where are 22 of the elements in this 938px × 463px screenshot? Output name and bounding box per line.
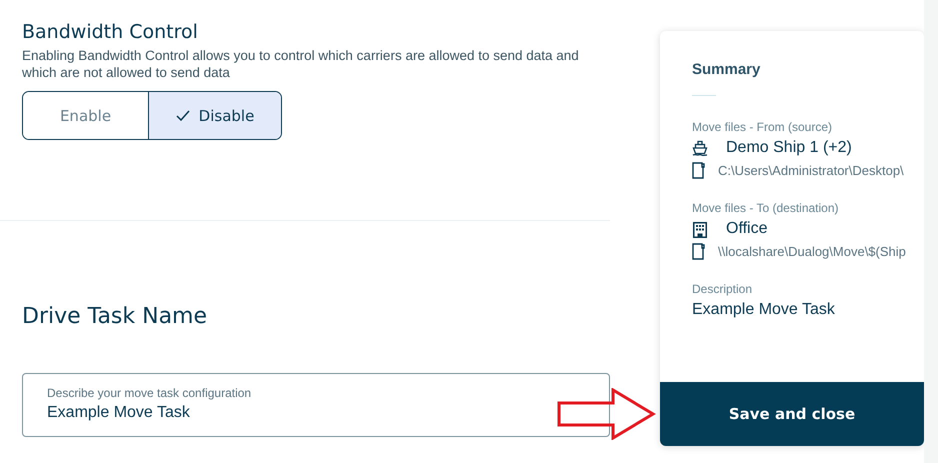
section-title: Drive Task Name: [22, 303, 208, 331]
input-field[interactable]: Describe your move task configuration Example Move Task: [22, 373, 610, 437]
file-icon: [692, 243, 706, 260]
file-icon: [692, 162, 706, 179]
summary-label: Move files - From (source): [692, 120, 834, 134]
arrow-annotation-icon: [557, 388, 656, 440]
summary-label: Description: [692, 282, 754, 296]
summary-label: Move files - To (destination): [692, 201, 840, 215]
summary-title: Summary: [692, 61, 762, 78]
ship-icon: [692, 140, 708, 156]
save-button[interactable]: Save and close: [660, 382, 924, 446]
folder-path: C:\Users\Administrator\Desktop\: [718, 163, 904, 178]
folder-path: \\localshare\Dualog\Move\$(Ship: [718, 244, 906, 259]
toggle-option[interactable]: Enable: [23, 92, 149, 139]
summary-value: Demo Ship 1 (+2): [726, 139, 852, 157]
section-title: Bandwidth Control: [22, 20, 199, 44]
toggle-option[interactable]: Disable: [149, 92, 281, 139]
building-icon: [692, 220, 708, 238]
check-icon: [176, 110, 190, 121]
summary-value: Example Move Task: [692, 301, 835, 319]
summary-value: Office: [726, 220, 768, 238]
section-description: Enabling Bandwidth Control allows you to control which carriers are allowed to send data and which are not allowed to send data: [22, 47, 580, 81]
